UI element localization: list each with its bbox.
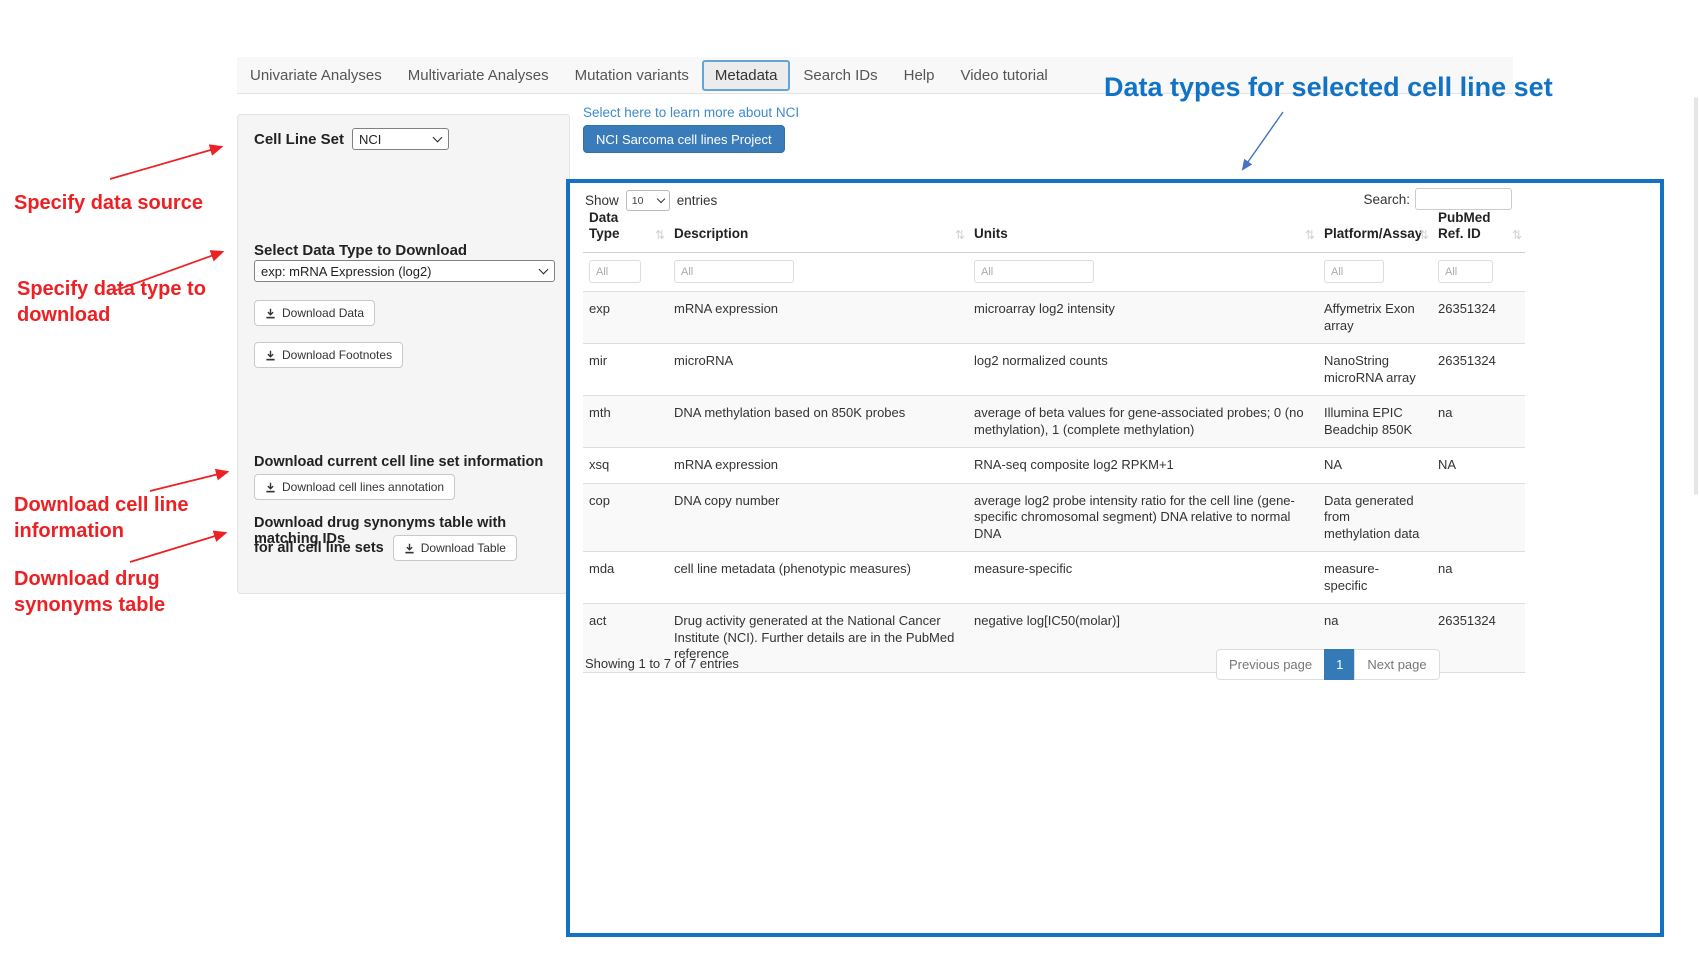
filter-platform-input[interactable] xyxy=(1324,260,1384,283)
chevron-down-icon xyxy=(657,194,665,202)
tab-help[interactable]: Help xyxy=(891,60,948,91)
blue-arrow-icon xyxy=(1243,112,1283,169)
sort-icon[interactable]: ⇅ xyxy=(655,227,665,243)
sort-icon[interactable]: ⇅ xyxy=(1512,227,1522,243)
data-types-table: Data Type⇅ Description⇅ Units⇅ Platform/… xyxy=(583,206,1525,673)
sort-icon[interactable]: ⇅ xyxy=(1419,227,1429,243)
table-info-text: Showing 1 to 7 of 7 entries xyxy=(585,656,739,671)
table-row[interactable]: copDNA copy numberaverage log2 probe int… xyxy=(583,483,1525,552)
table-row[interactable]: xsqmRNA expressionRNA-seq composite log2… xyxy=(583,448,1525,484)
next-page-button[interactable]: Next page xyxy=(1354,649,1439,680)
table-row[interactable]: mdacell line metadata (phenotypic measur… xyxy=(583,552,1525,604)
filter-data-type-input[interactable] xyxy=(589,260,641,283)
page-1-button[interactable]: 1 xyxy=(1324,649,1355,680)
annotation-specify-data-type: Specify data type to download xyxy=(17,276,213,328)
data-type-label: Select Data Type to Download xyxy=(254,242,467,259)
download-control-panel: Cell Line Set NCI Select Data Type to Do… xyxy=(237,114,570,594)
filter-units-input[interactable] xyxy=(974,260,1094,283)
tab-metadata[interactable]: Metadata xyxy=(702,60,791,91)
tab-video-tutorial[interactable]: Video tutorial xyxy=(947,60,1060,91)
tab-univariate-analyses[interactable]: Univariate Analyses xyxy=(237,60,395,91)
annotation-download-cell-line-info: Download cell line information xyxy=(14,492,200,544)
download-icon xyxy=(265,482,276,493)
column-header-data-type[interactable]: Data Type⇅ xyxy=(583,206,668,253)
tab-search-ids[interactable]: Search IDs xyxy=(790,60,890,91)
sort-icon[interactable]: ⇅ xyxy=(955,227,965,243)
scrollbar[interactable] xyxy=(1694,97,1698,495)
red-arrow-icon xyxy=(150,472,227,491)
download-data-button[interactable]: Download Data xyxy=(254,300,375,326)
table-row[interactable]: expmRNA expressionmicroarray log2 intens… xyxy=(583,292,1525,344)
download-icon xyxy=(265,308,276,319)
table-filter-row xyxy=(583,253,1525,292)
pagination: Previous page 1 Next page xyxy=(1216,649,1440,680)
download-cell-lines-annotation-button[interactable]: Download cell lines annotation xyxy=(254,474,455,500)
tab-mutation-variants[interactable]: Mutation variants xyxy=(562,60,702,91)
annotation-data-types: Data types for selected cell line set xyxy=(1104,72,1564,103)
annotation-specify-data-source: Specify data source xyxy=(14,190,224,216)
table-row[interactable]: mirmicroRNAlog2 normalized countsNanoStr… xyxy=(583,344,1525,396)
previous-page-button[interactable]: Previous page xyxy=(1216,649,1325,680)
red-arrow-icon xyxy=(110,147,221,179)
cell-line-set-select[interactable]: NCI xyxy=(352,128,449,150)
column-header-platform[interactable]: Platform/Assay⇅ xyxy=(1318,206,1432,253)
column-header-pubmed[interactable]: PubMed Ref. ID⇅ xyxy=(1432,206,1525,253)
cell-line-info-heading: Download current cell line set informati… xyxy=(254,454,543,470)
table-header-row: Data Type⇅ Description⇅ Units⇅ Platform/… xyxy=(583,206,1525,253)
download-table-button[interactable]: Download Table xyxy=(393,535,517,561)
download-icon xyxy=(265,350,276,361)
download-footnotes-button[interactable]: Download Footnotes xyxy=(254,342,403,368)
sort-icon[interactable]: ⇅ xyxy=(1305,227,1315,243)
data-type-select[interactable]: exp: mRNA Expression (log2) xyxy=(254,260,555,282)
chevron-down-icon xyxy=(433,132,443,142)
tab-multivariate-analyses[interactable]: Multivariate Analyses xyxy=(395,60,562,91)
download-icon xyxy=(404,543,415,554)
data-types-highlight-box: Show 10 entries Search: Data Type⇅ Descr… xyxy=(566,179,1664,937)
column-header-description[interactable]: Description⇅ xyxy=(668,206,968,253)
drug-synonyms-heading-line2: for all cell line sets xyxy=(254,540,384,556)
filter-description-input[interactable] xyxy=(674,260,794,283)
chevron-down-icon xyxy=(539,264,549,274)
cell-line-set-label: Cell Line Set xyxy=(254,131,344,148)
learn-more-link[interactable]: Select here to learn more about NCI xyxy=(583,105,799,120)
nci-sarcoma-project-button[interactable]: NCI Sarcoma cell lines Project xyxy=(583,125,785,153)
annotation-download-drug-synonyms: Download drug synonyms table xyxy=(14,566,200,618)
column-header-units[interactable]: Units⇅ xyxy=(968,206,1318,253)
table-row[interactable]: mthDNA methylation based on 850K probesa… xyxy=(583,396,1525,448)
search-label: Search: xyxy=(1363,192,1410,207)
filter-pubmed-input[interactable] xyxy=(1438,260,1493,283)
